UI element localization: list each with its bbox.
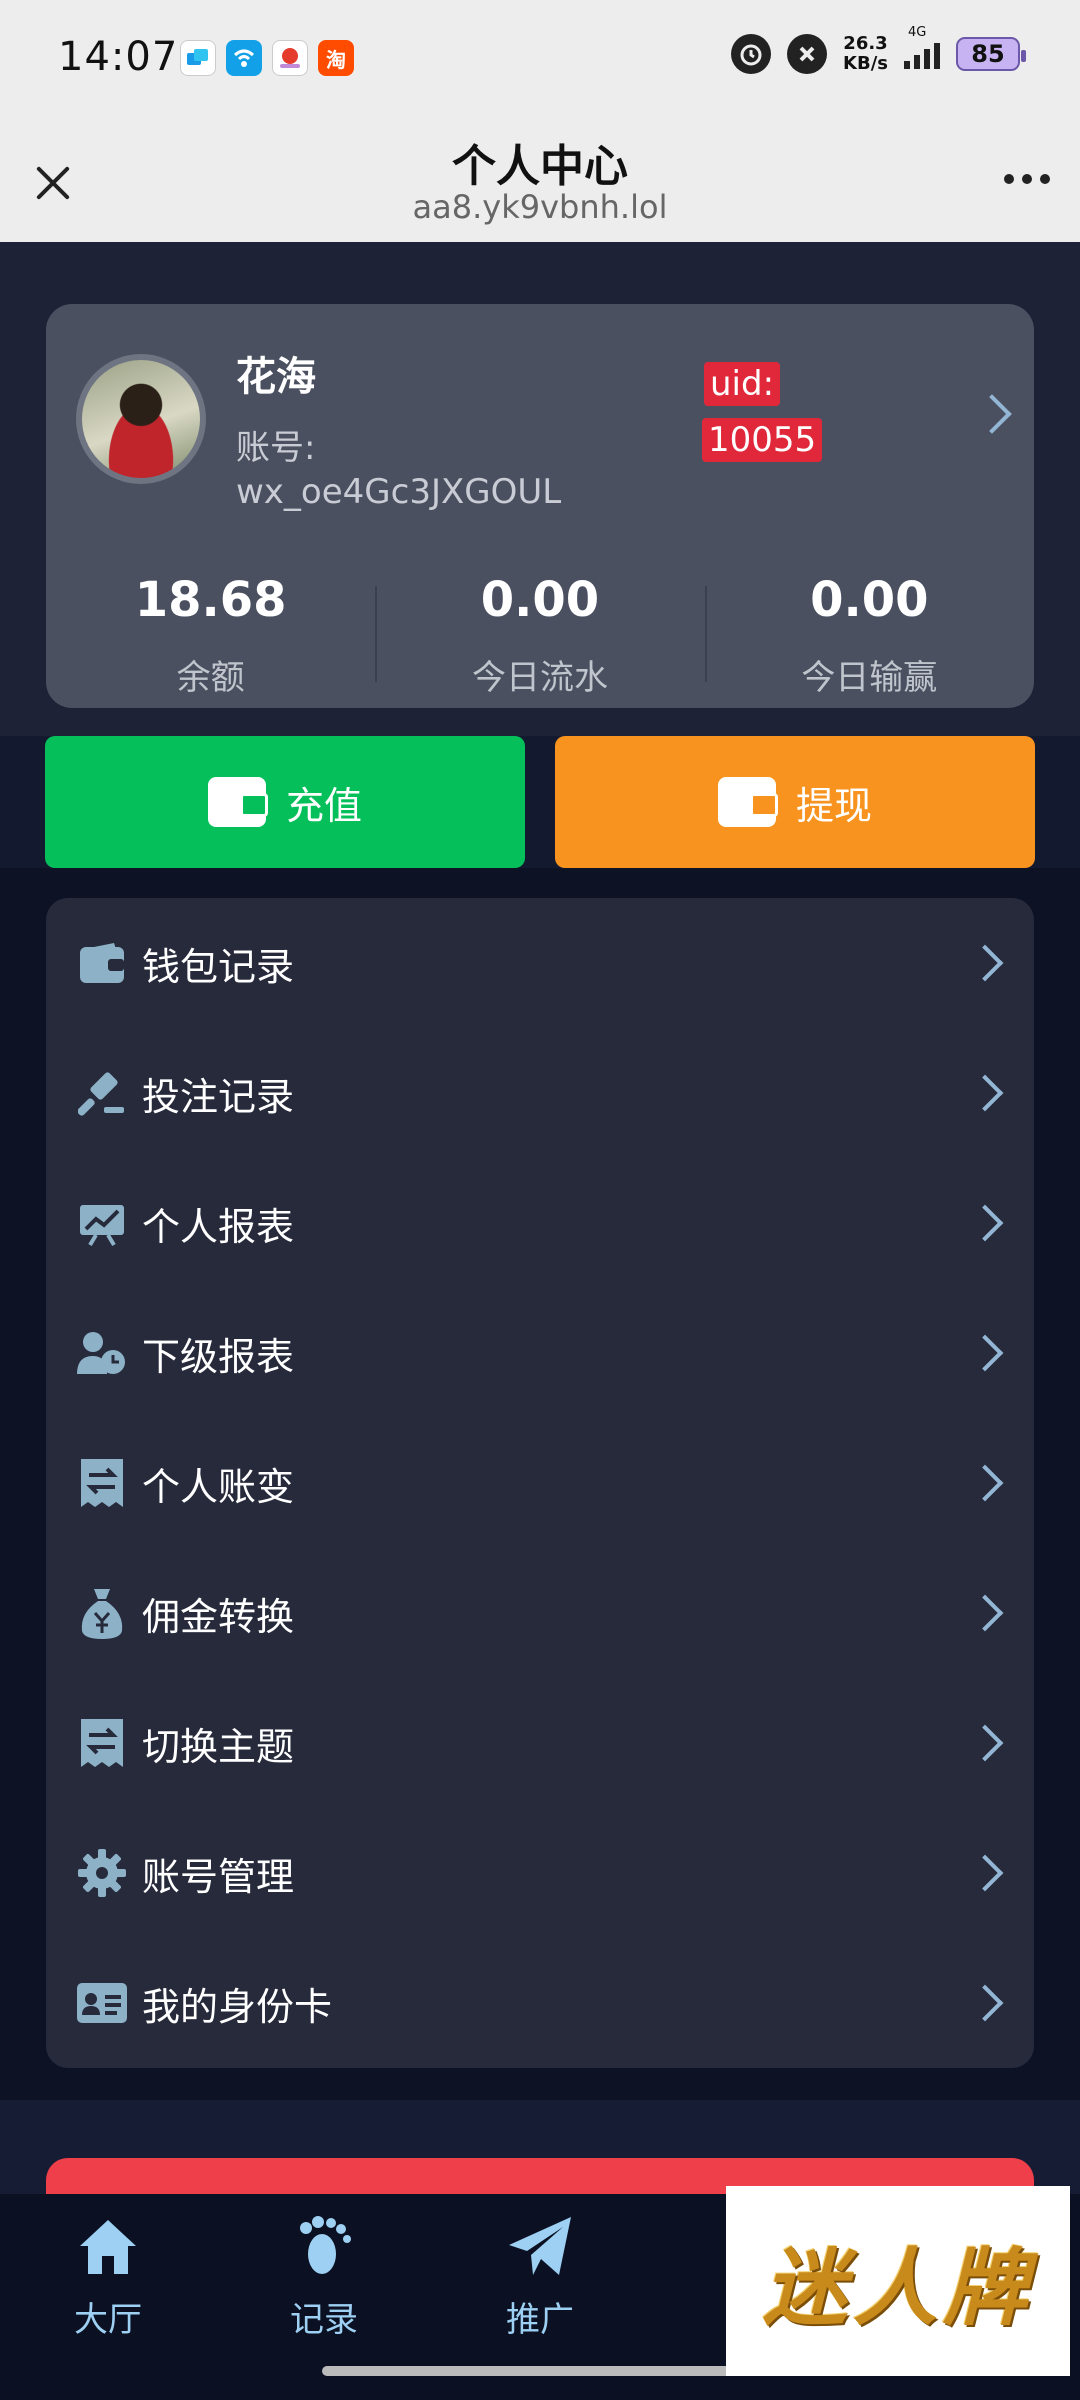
- wifi-key-app-icon: [226, 40, 262, 76]
- network-type: 4G: [908, 25, 927, 40]
- stat-today-winloss: 0.00 今日输赢: [704, 566, 1034, 698]
- menu-item-label: 佣金转换: [142, 1594, 295, 1639]
- taobao-app-icon: 淘: [318, 40, 354, 76]
- status-right: 26.3 KB/s 4G 85: [731, 25, 1026, 74]
- recharge-label: 充值: [285, 783, 362, 828]
- more-options-button[interactable]: [1004, 174, 1050, 184]
- id-card-icon: [76, 1979, 128, 2027]
- network-speed-value: 26.3: [843, 33, 888, 54]
- tab-promotion[interactable]: 推广: [470, 2212, 610, 2341]
- tab-label: 推广: [506, 2300, 574, 2340]
- gavel-icon: [76, 1069, 128, 1117]
- withdraw-label: 提现: [795, 783, 872, 828]
- watermark-logo: 迷人牌: [726, 2186, 1070, 2376]
- page-url: aa8.yk9vbnh.lol: [412, 188, 668, 226]
- menu-item-label: 个人报表: [142, 1204, 295, 1249]
- nickname: 花海: [236, 354, 316, 400]
- menu-item-account-management[interactable]: 账号管理: [46, 1808, 1034, 1938]
- account-label: 账号:: [236, 428, 316, 468]
- account-value: wx_oe4Gc3JXGOUL: [236, 472, 562, 512]
- stat-value: 0.00: [810, 572, 929, 628]
- user-clock-icon: [76, 1329, 128, 1377]
- menu-item-label: 钱包记录: [142, 944, 295, 989]
- recharge-button[interactable]: 充值: [45, 736, 525, 868]
- watermark-text: 迷人牌: [762, 2237, 1033, 2337]
- chevron-right-icon[interactable]: [972, 394, 1012, 434]
- wallet-icon: [717, 777, 778, 827]
- menu-item-label: 账号管理: [142, 1854, 295, 1899]
- menu-item-wallet-records[interactable]: 钱包记录: [46, 898, 1034, 1028]
- home-indicator[interactable]: [322, 2366, 758, 2376]
- profile-card[interactable]: 花海 账号: wx_oe4Gc3JXGOUL uid: 10055 18.68 …: [46, 304, 1034, 708]
- signal-icon: [904, 39, 940, 69]
- menu-item-label: 切换主题: [142, 1724, 295, 1769]
- stat-value: 0.00: [480, 572, 600, 628]
- stats-row: 18.68 余额 0.00 今日流水 0.00 今日输赢: [46, 566, 1034, 698]
- chevron-right-icon: [966, 1334, 1004, 1372]
- menu-list: 钱包记录 投注记录 个人报表 下级报表 个人账变 佣金转换 切换主题 账号管理 …: [46, 898, 1034, 2068]
- menu-item-label: 个人账变: [142, 1464, 295, 1509]
- avatar[interactable]: [76, 354, 206, 484]
- tab-records[interactable]: 记录: [254, 2212, 394, 2341]
- receipt-exchange-icon: [76, 1719, 128, 1767]
- footprints-icon: [254, 2212, 394, 2282]
- menu-item-id-card[interactable]: 我的身份卡: [46, 1938, 1034, 2068]
- page-title: 个人中心: [452, 141, 628, 192]
- withdraw-button[interactable]: 提现: [555, 736, 1035, 868]
- menu-item-label: 我的身份卡: [142, 1984, 333, 2029]
- chevron-right-icon: [966, 1854, 1004, 1892]
- home-icon: [38, 2212, 178, 2282]
- uid-value: 10055: [702, 418, 823, 462]
- status-time: 14:07: [58, 34, 179, 80]
- battery-indicator: 85: [956, 37, 1026, 71]
- menu-item-commission-convert[interactable]: 佣金转换: [46, 1548, 1034, 1678]
- notification-app-icons: 淘: [180, 40, 354, 76]
- menu-item-switch-theme[interactable]: 切换主题: [46, 1678, 1034, 1808]
- stat-balance: 18.68 余额: [46, 566, 375, 698]
- tab-label: 大厅: [74, 2300, 142, 2340]
- wallet-icon: [76, 939, 128, 987]
- menu-item-bet-records[interactable]: 投注记录: [46, 1028, 1034, 1158]
- paper-plane-icon: [470, 2212, 610, 2282]
- network-speed-unit: KB/s: [843, 53, 888, 74]
- gear-icon: [76, 1849, 128, 1897]
- menu-item-label: 投注记录: [142, 1074, 295, 1119]
- uid-label: uid:: [704, 362, 781, 406]
- chevron-right-icon: [966, 1594, 1004, 1632]
- message-app-icon: [180, 40, 216, 76]
- stat-label: 今日流水: [471, 658, 608, 698]
- weather-app-icon: [272, 40, 308, 76]
- chevron-right-icon: [966, 944, 1004, 982]
- title-bar: 个人中心 aa8.yk9vbnh.lol: [0, 120, 1080, 242]
- menu-item-label: 下级报表: [142, 1334, 295, 1379]
- chevron-right-icon: [966, 1724, 1004, 1762]
- chevron-right-icon: [966, 1204, 1004, 1242]
- status-bar: 14:07 淘 26.3 KB/s 4G 85: [0, 0, 1080, 120]
- tab-label: 记录: [290, 2300, 358, 2340]
- chevron-right-icon: [966, 1464, 1004, 1502]
- wallet-icon: [207, 777, 268, 827]
- money-bag-icon: [76, 1589, 128, 1639]
- menu-item-subordinate-report[interactable]: 下级报表: [46, 1288, 1034, 1418]
- receipt-exchange-icon: [76, 1459, 128, 1507]
- chevron-right-icon: [966, 1984, 1004, 2022]
- stat-label: 今日输赢: [801, 658, 938, 698]
- menu-item-personal-report[interactable]: 个人报表: [46, 1158, 1034, 1288]
- tab-lobby[interactable]: 大厅: [38, 2212, 178, 2341]
- stat-value: 18.68: [134, 572, 287, 628]
- menu-item-account-changes[interactable]: 个人账变: [46, 1418, 1034, 1548]
- signal-group: 4G: [904, 25, 940, 69]
- alarm-icon: [731, 34, 772, 74]
- stat-label: 余额: [176, 658, 245, 698]
- network-speed: 26.3 KB/s: [843, 34, 888, 74]
- chart-board-icon: [76, 1199, 128, 1247]
- mute-icon: [787, 34, 828, 74]
- stat-today-turnover: 0.00 今日流水: [375, 566, 704, 698]
- chevron-right-icon: [966, 1074, 1004, 1112]
